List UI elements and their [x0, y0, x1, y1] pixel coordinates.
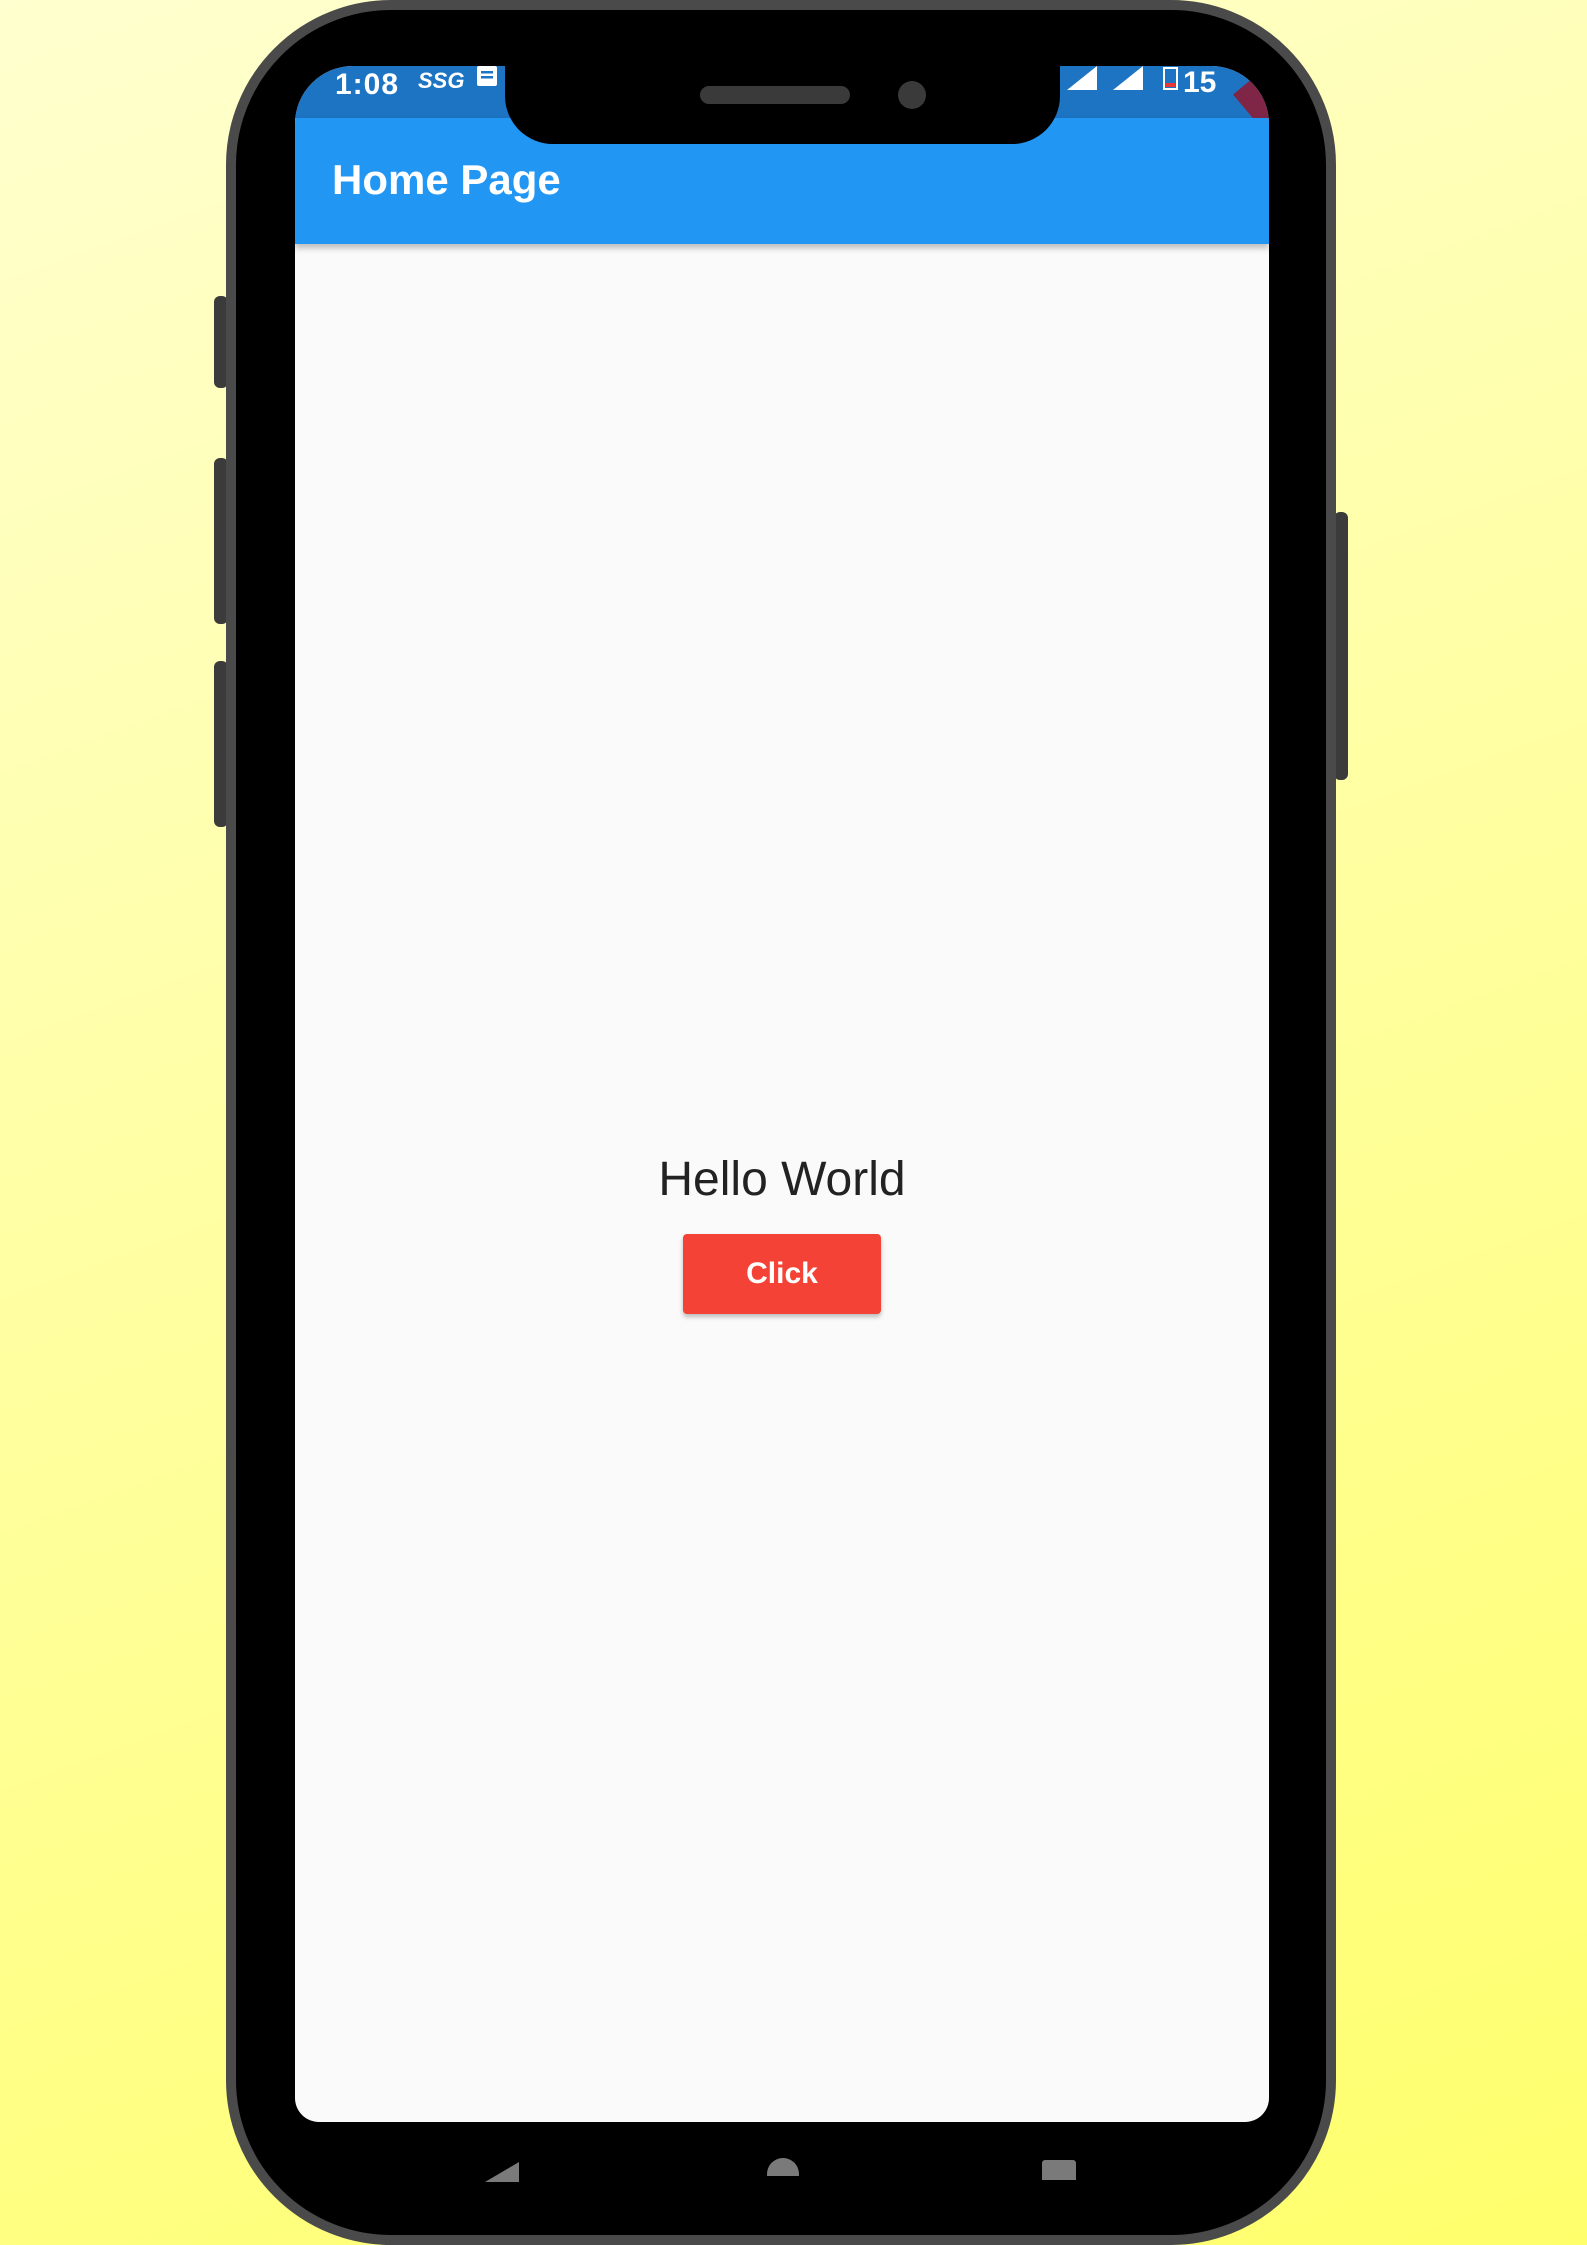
recents-icon[interactable] — [1042, 2160, 1076, 2180]
status-time: 1:08 — [335, 68, 400, 101]
front-camera — [898, 81, 926, 109]
page-title: Home Page — [332, 156, 561, 203]
carrier-tag: SSG — [418, 68, 465, 93]
signal-icon — [1067, 66, 1097, 90]
main-content: Hello World Click — [295, 244, 1269, 2122]
signal-icon — [1113, 66, 1143, 90]
back-icon[interactable] — [485, 2158, 519, 2182]
notification-icon — [477, 66, 497, 86]
phone-screen: 1:08 SSG 15 Home Page Hello World Click — [295, 66, 1269, 2122]
home-icon[interactable] — [767, 2158, 799, 2176]
battery-percent: 15 — [1183, 66, 1217, 99]
navigation-bar — [295, 2122, 1269, 2182]
click-button[interactable]: Click — [683, 1234, 881, 1314]
power-button — [1334, 512, 1348, 780]
speaker-grille — [700, 86, 850, 104]
battery-icon — [1163, 67, 1178, 90]
hello-text: Hello World — [658, 1153, 906, 1206]
